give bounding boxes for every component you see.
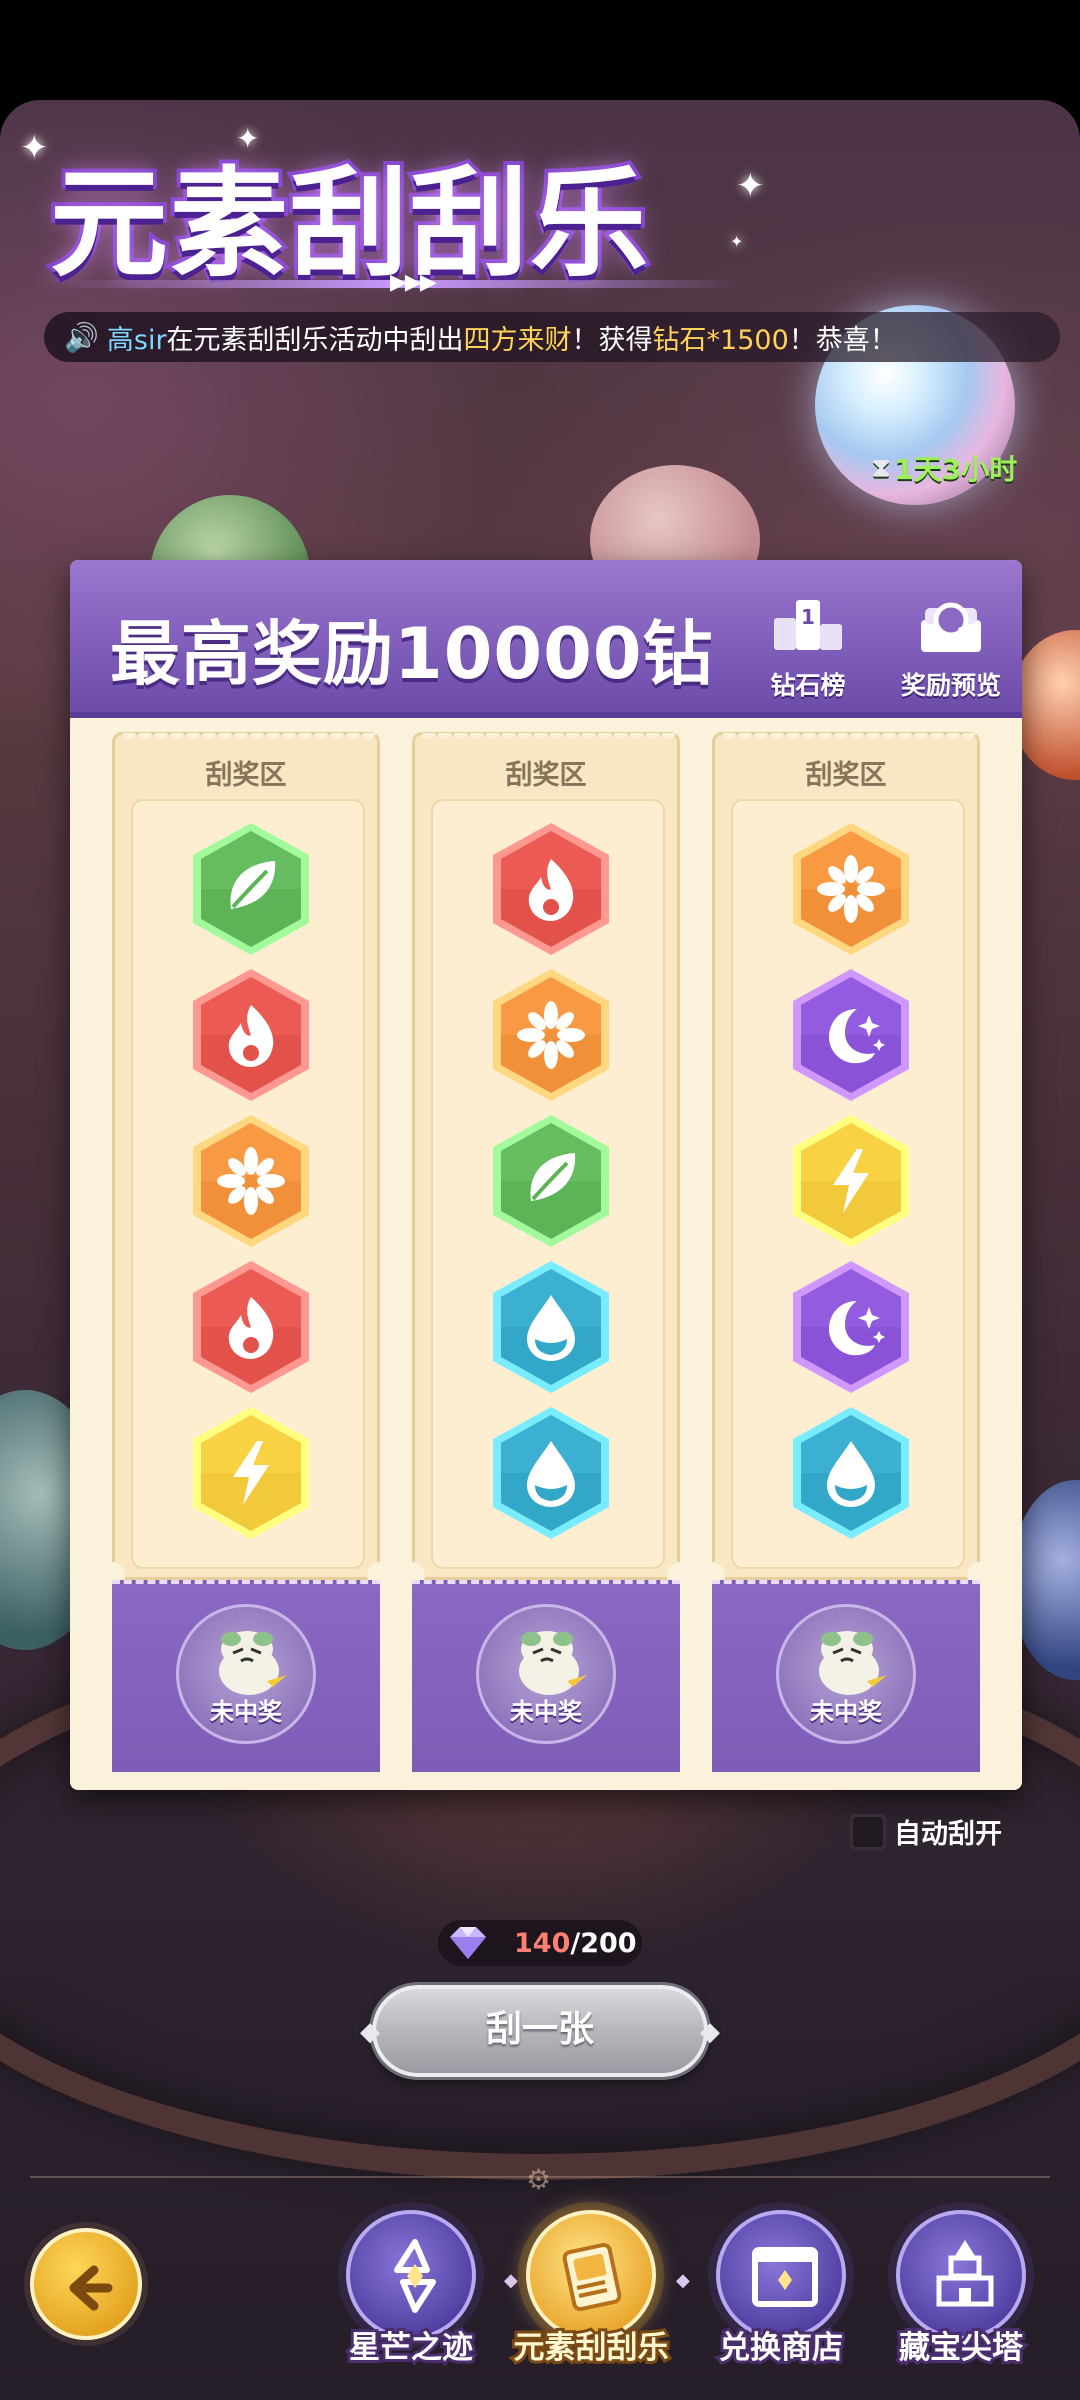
gem-current: 140 (514, 1927, 571, 1959)
result-text: 未中奖 (810, 1698, 882, 1726)
gem-counter: 140/200 (438, 1920, 642, 1966)
max-reward-headline: 最高奖励10000钻 (110, 613, 714, 695)
result-badge: 未中奖 (776, 1604, 916, 1744)
scratch-ticket: 刮奖区 未中奖 (699, 732, 993, 1772)
dark-element-icon (787, 965, 915, 1105)
scratch-card-icon (526, 2210, 656, 2340)
dark-element-icon (787, 1257, 915, 1397)
light-element-icon (787, 819, 915, 959)
ticket-body: 刮奖区 (712, 732, 980, 1580)
hourglass-icon: ⧗ (872, 452, 891, 483)
result-badge: 未中奖 (176, 1604, 316, 1744)
scratch-zone[interactable] (131, 799, 365, 1569)
diamond-ornament-icon: ◆ (700, 2017, 720, 2047)
event-title: 元素刮刮乐 (46, 151, 652, 297)
broadcast-marquee: 🔊 高sir 在元素刮刮乐活动中刮出 四方来财 ！获得 钻石*1500 ！恭喜！ (44, 312, 1060, 362)
marquee-text: 在元素刮刮乐活动中刮出 (166, 324, 464, 356)
light-element-icon (187, 1111, 315, 1251)
nav-label: 元素刮刮乐 (511, 2327, 672, 2369)
magnifier-chest-icon (921, 602, 981, 652)
mascot-icon (219, 1631, 287, 1695)
gear-ornament-icon: ⚙ (526, 2163, 552, 2196)
marquee-text: ！恭喜！ (788, 324, 897, 356)
sparkle-icon: ✦ (20, 128, 49, 168)
scratch-zone-label: 刮奖区 (805, 760, 887, 791)
diamond-ornament-icon: ◆ (676, 2270, 690, 2291)
scratch-ticket: 刮奖区 未中奖 (99, 732, 393, 1772)
shop-icon (716, 2210, 846, 2340)
title-arrows: ▶▶▶ (390, 270, 437, 295)
marquee-prize: 钻石*1500 (652, 324, 789, 356)
grass-element-icon (487, 1111, 615, 1251)
result-text: 未中奖 (510, 1698, 582, 1726)
auto-scratch-toggle[interactable]: 自动刮开 (850, 1812, 1002, 1851)
ticket-body: 刮奖区 (112, 732, 380, 1580)
star-trail-icon (346, 2210, 476, 2340)
result-area: 未中奖 (112, 1580, 380, 1772)
event-title-logo: 元素刮刮乐 ▶▶▶ (40, 120, 740, 300)
marquee-player-name: 高sir (106, 324, 167, 356)
nav-item-tower[interactable]: 藏宝尖塔 (876, 2210, 1046, 2369)
reward-preview-label: 奖励预览 (900, 671, 1001, 700)
timer-text: 1天3小时 (894, 453, 1018, 486)
scratch-ticket: 刮奖区 未中奖 (399, 732, 693, 1772)
gem-max: /200 (570, 1927, 637, 1959)
nav-label: 兑换商店 (716, 2327, 846, 2369)
result-area: 未中奖 (412, 1580, 680, 1772)
water-element-icon (487, 1403, 615, 1543)
fire-element-icon (187, 1257, 315, 1397)
diamond-ornament-icon: ◆ (360, 2017, 380, 2047)
thunder-element-icon (187, 1403, 315, 1543)
sparkle-icon: ✦ (736, 166, 765, 206)
speaker-icon: 🔊 (64, 320, 99, 354)
sparkle-icon: ✦ (236, 122, 260, 155)
gem-icon (450, 1927, 486, 1959)
mascot-icon (519, 1631, 587, 1695)
diamond-rank-label: 钻石榜 (770, 671, 846, 700)
marquee-text: ！获得 (571, 324, 653, 356)
fire-element-icon (187, 965, 315, 1105)
nav-label: 藏宝尖塔 (896, 2327, 1026, 2369)
water-element-icon (787, 1403, 915, 1543)
marquee-combo: 四方来财 (463, 324, 572, 356)
ticket-body: 刮奖区 (412, 732, 680, 1580)
scratch-panel: 最高奖励10000钻 1 钻石榜 奖励预览 刮奖区 未中奖 刮奖区 未中奖 刮奖… (70, 560, 1022, 1790)
svg-text:1: 1 (801, 605, 815, 629)
thunder-element-icon (787, 1111, 915, 1251)
scratch-button-label: 刮一张 (485, 2009, 594, 2050)
auto-scratch-label: 自动刮开 (894, 1819, 1002, 1850)
scratch-zone-label: 刮奖区 (505, 760, 587, 791)
result-area: 未中奖 (712, 1580, 980, 1772)
scratch-zone[interactable] (731, 799, 965, 1569)
water-element-icon (487, 1257, 615, 1397)
scratch-zone-label: 刮奖区 (205, 760, 287, 791)
sparkle-icon: ✦ (730, 232, 744, 251)
podium-icon: 1 (774, 600, 842, 650)
grass-element-icon (187, 819, 315, 959)
result-text: 未中奖 (210, 1698, 282, 1726)
scratch-zone[interactable] (431, 799, 665, 1569)
panel-header: 最高奖励10000钻 1 钻石榜 奖励预览 (70, 560, 1022, 718)
result-badge: 未中奖 (476, 1604, 616, 1744)
back-arrow-icon (69, 2265, 113, 2311)
nav-label: 星芒之迹 (346, 2327, 476, 2369)
nav-item-star-trail[interactable]: 星芒之迹 (326, 2210, 496, 2369)
fire-element-icon (487, 819, 615, 959)
nav-item-scratch[interactable]: 元素刮刮乐 (506, 2210, 676, 2369)
treasure-tower-icon (896, 2210, 1026, 2340)
auto-scratch-checkbox[interactable] (850, 1813, 886, 1850)
mascot-icon (819, 1631, 887, 1695)
light-element-icon (487, 965, 615, 1105)
nav-item-shop[interactable]: 兑换商店 (696, 2210, 866, 2369)
gem-count: 140/200 (514, 1928, 637, 1959)
reward-preview-button[interactable]: 奖励预览 (886, 590, 1016, 702)
back-button[interactable] (30, 2228, 142, 2340)
scratch-one-button[interactable]: ◆ 刮一张 ◆ (360, 1985, 720, 2077)
diamond-rank-button[interactable]: 1 钻石榜 (758, 590, 858, 702)
event-timer: ⧗ 1天3小时 (872, 448, 1017, 488)
